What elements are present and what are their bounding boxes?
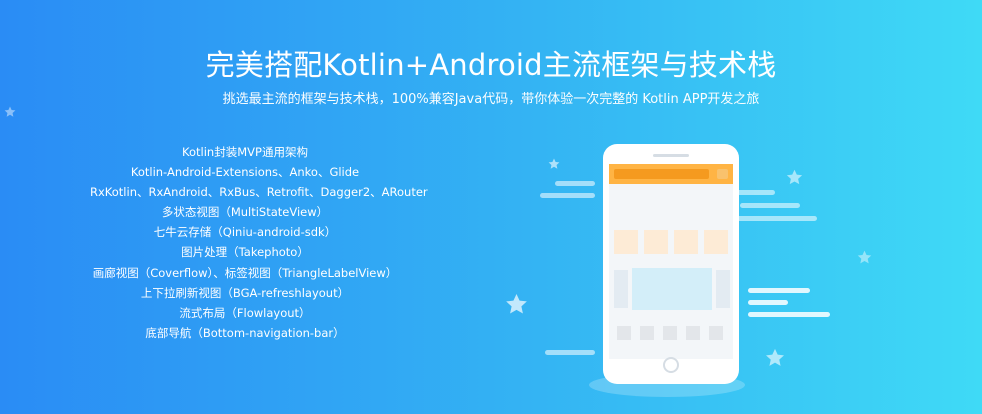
phone-illustration bbox=[589, 144, 745, 397]
star-icon bbox=[4, 106, 16, 117]
list-item: 底部导航（Bottom-navigation-bar） bbox=[145, 325, 345, 340]
decor-line bbox=[748, 300, 788, 305]
list-item: 七牛云存储（Qiniu-android-sdk） bbox=[153, 225, 337, 240]
list-item: Kotlin-Android-Extensions、Anko、Glide bbox=[130, 165, 360, 180]
list-item: 多状态视图（MultiStateView） bbox=[161, 205, 329, 220]
star-icon bbox=[857, 250, 872, 264]
decor-line bbox=[748, 312, 830, 317]
banner-subtitle: 挑选最主流的框架与技术栈，100%兼容Java代码，带你体验一次完整的 Kotl… bbox=[222, 92, 760, 107]
star-icon bbox=[786, 169, 803, 185]
banner-title: 完美搭配Kotlin+Android主流框架与技术栈 bbox=[205, 48, 777, 82]
list-item: 流式布局（Flowlayout） bbox=[179, 305, 311, 320]
star-icon bbox=[506, 293, 527, 314]
list-item: Kotlin封装MVP通用架构 bbox=[182, 145, 308, 159]
course-banner: 完美搭配Kotlin+Android主流框架与技术栈 挑选最主流的框架与技术栈，… bbox=[0, 0, 982, 414]
list-item: 画廊视图（Coverflow）、标签视图（TriangleLabelView） bbox=[92, 265, 398, 280]
decor-line bbox=[748, 288, 810, 293]
star-icon bbox=[548, 158, 560, 169]
list-item: 图片处理（Takephoto） bbox=[181, 245, 309, 260]
star-icon bbox=[766, 348, 784, 366]
list-item: RxKotlin、RxAndroid、RxBus、Retrofit、Dagger… bbox=[90, 185, 428, 200]
feature-list: Kotlin封装MVP通用架构 Kotlin-Android-Extension… bbox=[90, 142, 428, 343]
list-item: 上下拉刷新视图（BGA-refreshlayout） bbox=[140, 285, 350, 300]
